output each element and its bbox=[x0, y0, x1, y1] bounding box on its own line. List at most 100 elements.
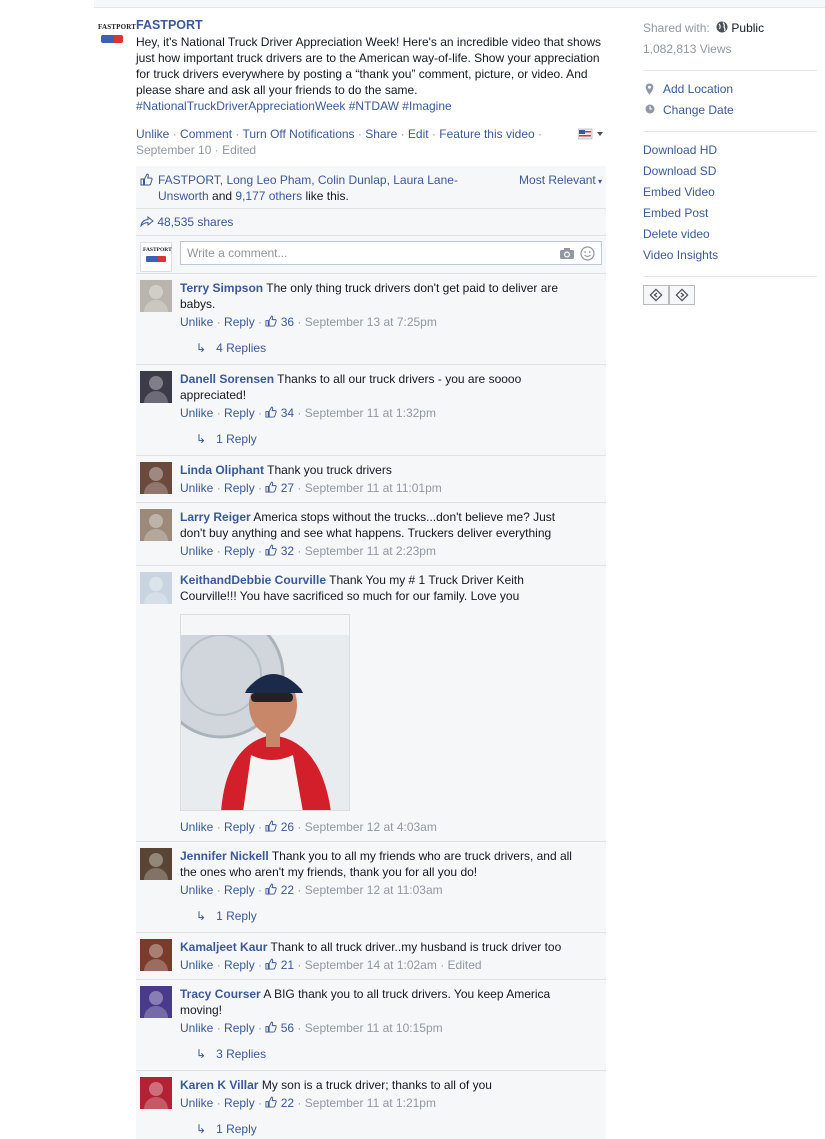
comment-time[interactable]: September 11 at 1:32pm bbox=[305, 406, 436, 420]
add-location-link[interactable]: Add Location bbox=[643, 79, 817, 100]
comment-like-count[interactable]: 34 bbox=[265, 406, 294, 420]
comment-like-count[interactable]: 21 bbox=[265, 958, 294, 972]
comment-unlike-link[interactable]: Unlike bbox=[180, 481, 213, 495]
commenter-avatar[interactable] bbox=[140, 509, 172, 541]
view-replies-link[interactable]: ↳ 1 Reply bbox=[136, 898, 606, 932]
download-sd-link[interactable]: Download SD bbox=[643, 161, 817, 182]
comment-photo[interactable] bbox=[180, 614, 350, 811]
share-link[interactable]: Share bbox=[365, 127, 397, 141]
post-hashtags[interactable]: #NationalTruckDriverAppreciationWeek #NT… bbox=[136, 99, 452, 113]
avatar-face-icon bbox=[149, 991, 163, 1005]
comment-like-count[interactable]: 27 bbox=[265, 481, 294, 495]
comment-input[interactable]: Write a comment... bbox=[180, 241, 602, 265]
comment-like-count[interactable]: 22 bbox=[265, 883, 294, 897]
comment-author[interactable]: KeithandDebbie Courville bbox=[180, 573, 326, 587]
embed-post-link[interactable]: Embed Post bbox=[643, 203, 817, 224]
comment-time[interactable]: September 14 at 1:02am bbox=[305, 958, 437, 972]
man-photo-image bbox=[181, 615, 349, 810]
delete-video-link[interactable]: Delete video bbox=[643, 224, 817, 245]
comment-edited[interactable]: Edited bbox=[448, 958, 482, 972]
comment-unlike-link[interactable]: Unlike bbox=[180, 315, 213, 329]
comment-link[interactable]: Comment bbox=[180, 127, 232, 141]
comment-author[interactable]: Linda Oliphant bbox=[180, 463, 264, 477]
emoji-icon[interactable] bbox=[580, 246, 595, 261]
comment-unlike-link[interactable]: Unlike bbox=[180, 1021, 213, 1035]
comment-reply-link[interactable]: Reply bbox=[224, 1021, 255, 1035]
most-relevant-dropdown[interactable]: Most Relevant ▾ bbox=[519, 172, 602, 190]
comment-reply-link[interactable]: Reply bbox=[224, 883, 255, 897]
comment-reply-link[interactable]: Reply bbox=[224, 406, 255, 420]
view-replies-link[interactable]: ↳ 1 Reply bbox=[136, 1111, 606, 1139]
change-date-link[interactable]: Change Date bbox=[643, 100, 817, 121]
avatar-body-icon bbox=[144, 868, 168, 880]
comment-like-number: 36 bbox=[280, 315, 295, 329]
commenter-avatar[interactable] bbox=[140, 986, 172, 1018]
comment-time[interactable]: September 13 at 7:25pm bbox=[305, 315, 437, 329]
audience-selector-icon[interactable] bbox=[578, 128, 606, 140]
comment-author[interactable]: Danell Sorensen bbox=[180, 372, 274, 386]
comment-time[interactable]: September 11 at 1:21pm bbox=[305, 1096, 436, 1110]
comment-time[interactable]: September 12 at 4:03am bbox=[305, 820, 437, 834]
comment-unlike-link[interactable]: Unlike bbox=[180, 883, 213, 897]
commenter-avatar[interactable] bbox=[140, 939, 172, 971]
comment-author[interactable]: Larry Reiger bbox=[180, 510, 251, 524]
comment-reply-link[interactable]: Reply bbox=[224, 958, 255, 972]
likers-others[interactable]: 9,177 others bbox=[235, 189, 302, 203]
comment-author[interactable]: Karen K Villar bbox=[180, 1078, 258, 1092]
comment-author[interactable]: Jennifer Nickell bbox=[180, 849, 269, 863]
comment-reply-link[interactable]: Reply bbox=[224, 1096, 255, 1110]
comment-like-count[interactable]: 26 bbox=[265, 820, 294, 834]
post-author[interactable]: FASTPORT bbox=[136, 18, 608, 33]
view-replies-link[interactable]: ↳ 1 Reply bbox=[136, 421, 606, 455]
privacy-setting[interactable]: Public bbox=[731, 21, 764, 35]
globe-icon bbox=[716, 21, 728, 33]
comment-time[interactable]: September 11 at 2:23pm bbox=[305, 544, 436, 558]
comment-reply-link[interactable]: Reply bbox=[224, 820, 255, 834]
download-hd-link[interactable]: Download HD bbox=[643, 140, 817, 161]
turn-off-notifications-link[interactable]: Turn Off Notifications bbox=[243, 127, 355, 141]
view-replies-link[interactable]: ↳ 4 Replies bbox=[136, 330, 606, 364]
commenter-avatar[interactable] bbox=[140, 1077, 172, 1109]
edit-link[interactable]: Edit bbox=[408, 127, 429, 141]
comment-unlike-link[interactable]: Unlike bbox=[180, 406, 213, 420]
embed-video-link[interactable]: Embed Video bbox=[643, 182, 817, 203]
shares-row[interactable]: 48,535 shares bbox=[136, 209, 606, 236]
comment-unlike-link[interactable]: Unlike bbox=[180, 1096, 213, 1110]
commenter-avatar[interactable] bbox=[140, 280, 172, 312]
like-count-icon bbox=[265, 1096, 278, 1108]
rotate-left-button[interactable] bbox=[643, 285, 669, 305]
comment-time[interactable]: September 12 at 11:03am bbox=[305, 883, 443, 897]
commenter-avatar[interactable] bbox=[140, 462, 172, 494]
rotate-right-button[interactable] bbox=[669, 285, 695, 305]
commenter-avatar[interactable] bbox=[140, 848, 172, 880]
video-insights-link[interactable]: Video Insights bbox=[643, 245, 817, 266]
view-replies-link[interactable]: ↳ 3 Replies bbox=[136, 1036, 606, 1070]
comment-like-count[interactable]: 36 bbox=[265, 315, 294, 329]
comment-item: Karen K Villar My son is a truck driver;… bbox=[136, 1071, 606, 1139]
comment-author[interactable]: Kamaljeet Kaur bbox=[180, 940, 267, 954]
comment-time[interactable]: September 11 at 11:01pm bbox=[305, 481, 442, 495]
comment-unlike-link[interactable]: Unlike bbox=[180, 820, 213, 834]
comment-reply-link[interactable]: Reply bbox=[224, 544, 255, 558]
commenter-avatar[interactable] bbox=[140, 572, 172, 604]
feature-video-link[interactable]: Feature this video bbox=[439, 127, 534, 141]
avatar-face-icon bbox=[149, 1082, 163, 1096]
post-date[interactable]: September 10 bbox=[136, 143, 211, 157]
truck-logo-icon bbox=[101, 35, 123, 43]
comment-like-count[interactable]: 22 bbox=[265, 1096, 294, 1110]
unlike-link[interactable]: Unlike bbox=[136, 127, 169, 141]
comment-author[interactable]: Tracy Courser bbox=[180, 987, 261, 1001]
comment-unlike-link[interactable]: Unlike bbox=[180, 544, 213, 558]
location-pin-icon bbox=[645, 83, 654, 95]
camera-icon[interactable] bbox=[559, 247, 575, 260]
comment-like-count[interactable]: 32 bbox=[265, 544, 294, 558]
comment-like-count[interactable]: 56 bbox=[265, 1021, 294, 1035]
page-avatar[interactable]: FASTPORT bbox=[98, 18, 136, 44]
post-edited[interactable]: Edited bbox=[222, 143, 256, 157]
comment-reply-link[interactable]: Reply bbox=[224, 315, 255, 329]
comment-unlike-link[interactable]: Unlike bbox=[180, 958, 213, 972]
comment-reply-link[interactable]: Reply bbox=[224, 481, 255, 495]
comment-time[interactable]: September 11 at 10:15pm bbox=[305, 1021, 443, 1035]
commenter-avatar[interactable] bbox=[140, 371, 172, 403]
comment-author[interactable]: Terry Simpson bbox=[180, 281, 263, 295]
